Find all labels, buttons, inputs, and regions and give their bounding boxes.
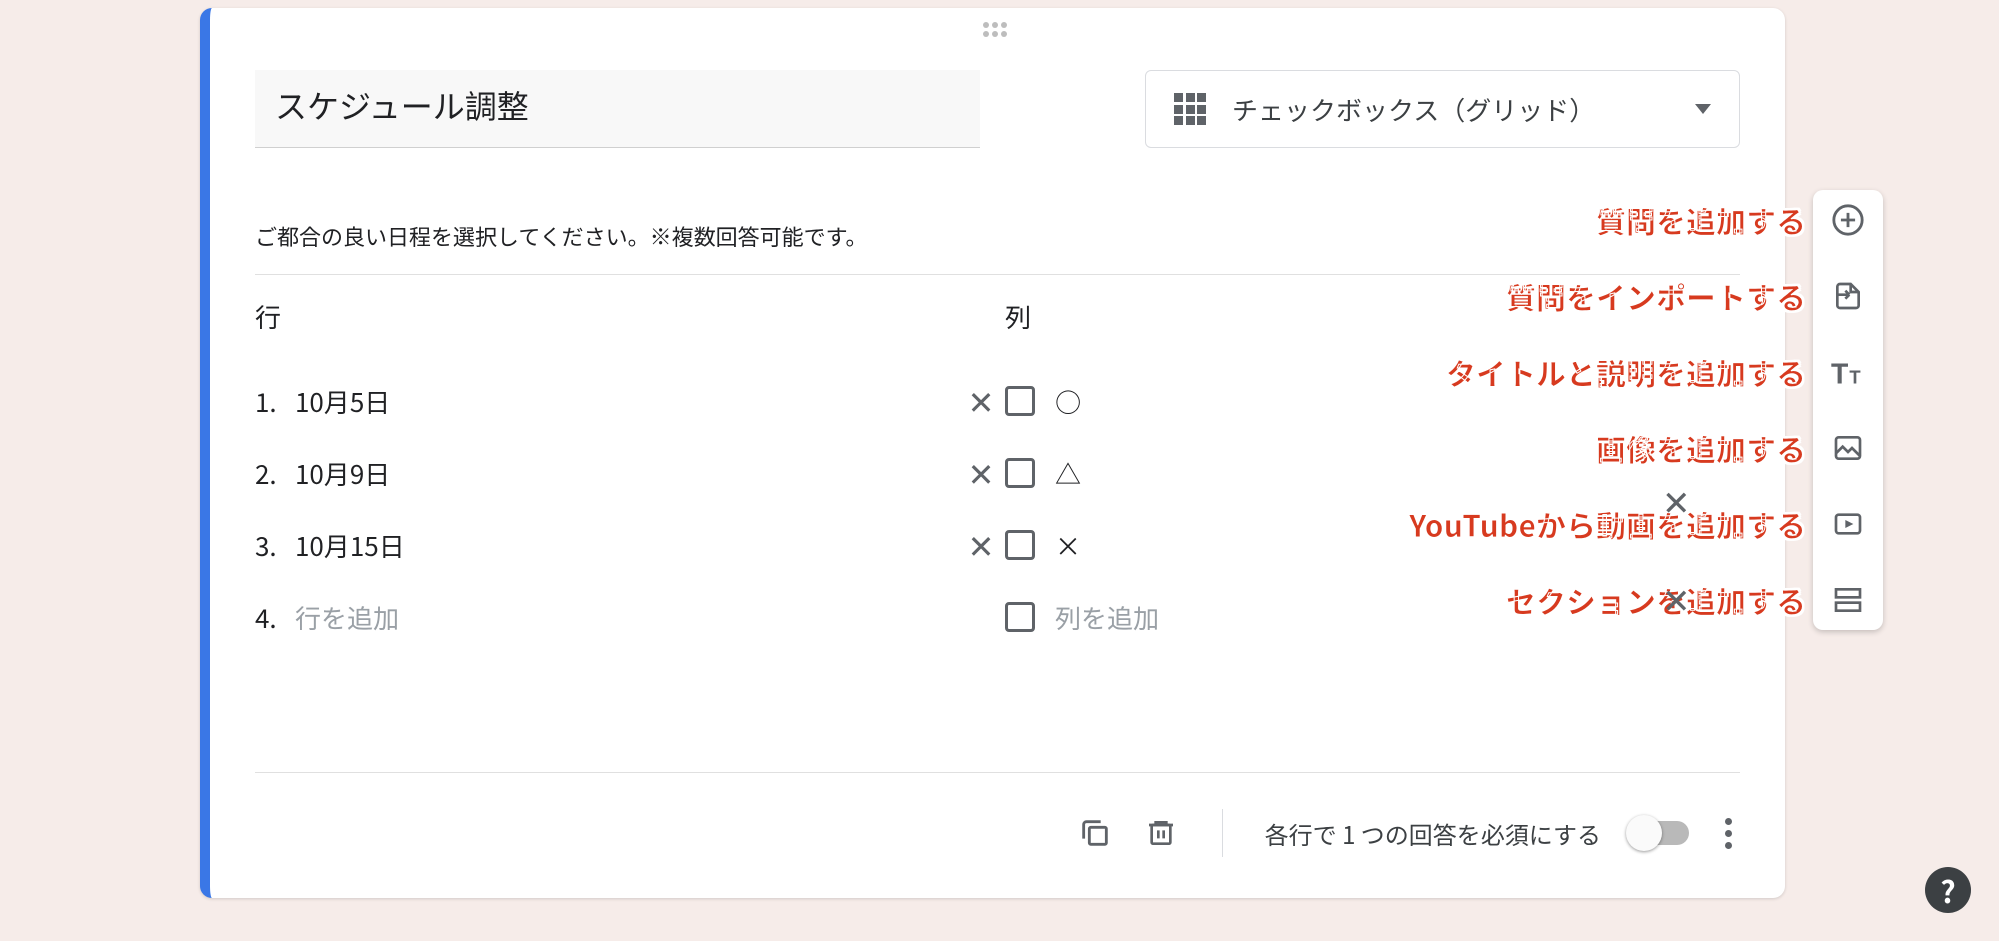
question-card: チェックボックス（グリッド） ご都合の良い日程を選択してください。※複数回答可能… xyxy=(200,8,1785,898)
question-title-input[interactable] xyxy=(255,70,980,148)
question-header-row: チェックボックス（グリッド） xyxy=(255,70,1740,148)
checkbox-icon xyxy=(1005,386,1035,416)
duplicate-button[interactable] xyxy=(1076,814,1114,852)
divider xyxy=(1222,809,1223,857)
add-col-label: 列を追加 xyxy=(1055,599,1159,636)
import-questions-button[interactable]: 質問をインポートする xyxy=(1830,278,1866,314)
add-row-button[interactable]: 4. 行を追加 xyxy=(255,581,1005,653)
rows-header: 行 xyxy=(255,298,1005,335)
required-toggle-label: 各行で 1 つの回答を必須にする xyxy=(1265,816,1601,851)
close-icon[interactable]: ✕ xyxy=(957,378,1005,424)
checkbox-icon xyxy=(1005,602,1035,632)
chevron-down-icon xyxy=(1695,104,1711,114)
toolbar-label: 質問をインポートする xyxy=(1506,274,1806,318)
col-value[interactable]: △ xyxy=(1055,455,1081,492)
row-number: 3. xyxy=(255,527,295,564)
row-item[interactable]: 3. 10月15日 ✕ xyxy=(255,509,1005,581)
grid-icon xyxy=(1174,93,1206,125)
row-item[interactable]: 2. 10月9日 ✕ xyxy=(255,437,1005,509)
required-toggle[interactable] xyxy=(1629,821,1689,845)
toolbar-label: タイトルと説明を追加する xyxy=(1446,350,1806,394)
add-image-button[interactable]: 画像を追加する xyxy=(1830,430,1866,466)
row-value[interactable]: 10月5日 xyxy=(295,383,957,420)
row-value[interactable]: 10月15日 xyxy=(295,527,957,564)
delete-button[interactable] xyxy=(1142,814,1180,852)
close-icon[interactable]: ✕ xyxy=(957,450,1005,496)
toolbar-label: 質問を追加する xyxy=(1596,198,1806,242)
row-number: 2. xyxy=(255,455,295,492)
rows-list: 1. 10月5日 ✕ 2. 10月9日 ✕ 3. 10月15日 ✕ 4. 行を追… xyxy=(255,365,1005,653)
row-number: 1. xyxy=(255,383,295,420)
toolbar-label: YouTubeから動画を追加する xyxy=(1409,502,1806,546)
question-description[interactable]: ご都合の良い日程を選択してください。※複数回答可能です。 xyxy=(255,220,1740,275)
add-video-button[interactable]: YouTubeから動画を追加する xyxy=(1830,506,1866,542)
checkbox-icon xyxy=(1005,458,1035,488)
more-options-button[interactable] xyxy=(1717,810,1740,857)
drag-handle-icon[interactable] xyxy=(983,22,1013,36)
help-button[interactable]: ? xyxy=(1925,867,1971,913)
add-title-button[interactable]: T T タイトルと説明を追加する xyxy=(1830,354,1866,390)
toolbar-label: 画像を追加する xyxy=(1596,426,1806,470)
svg-text:T: T xyxy=(1849,366,1861,387)
side-toolbar: 質問を追加する 質問をインポートする T T タイトルと説明を追加する 画像を追… xyxy=(1813,190,1883,630)
svg-text:T: T xyxy=(1831,358,1848,387)
close-icon[interactable]: ✕ xyxy=(1662,574,1691,623)
add-row-label: 行を追加 xyxy=(295,599,1005,636)
footer-separator xyxy=(255,772,1740,773)
add-question-button[interactable]: 質問を追加する xyxy=(1830,202,1866,238)
col-value[interactable]: ○ xyxy=(1055,383,1081,420)
col-value[interactable]: × xyxy=(1055,527,1081,564)
toolbar-label: セクションを追加する xyxy=(1506,578,1806,622)
question-type-label: チェックボックス（グリッド） xyxy=(1232,91,1695,128)
row-item[interactable]: 1. 10月5日 ✕ xyxy=(255,365,1005,437)
close-icon[interactable]: ✕ xyxy=(957,522,1005,568)
question-footer: 各行で 1 つの回答を必須にする xyxy=(255,798,1740,868)
question-type-selector[interactable]: チェックボックス（グリッド） xyxy=(1145,70,1740,148)
checkbox-icon xyxy=(1005,530,1035,560)
add-section-button[interactable]: セクションを追加する xyxy=(1830,582,1866,618)
close-icon[interactable]: ✕ xyxy=(1662,476,1691,525)
row-value[interactable]: 10月9日 xyxy=(295,455,957,492)
row-number: 4. xyxy=(255,599,295,636)
